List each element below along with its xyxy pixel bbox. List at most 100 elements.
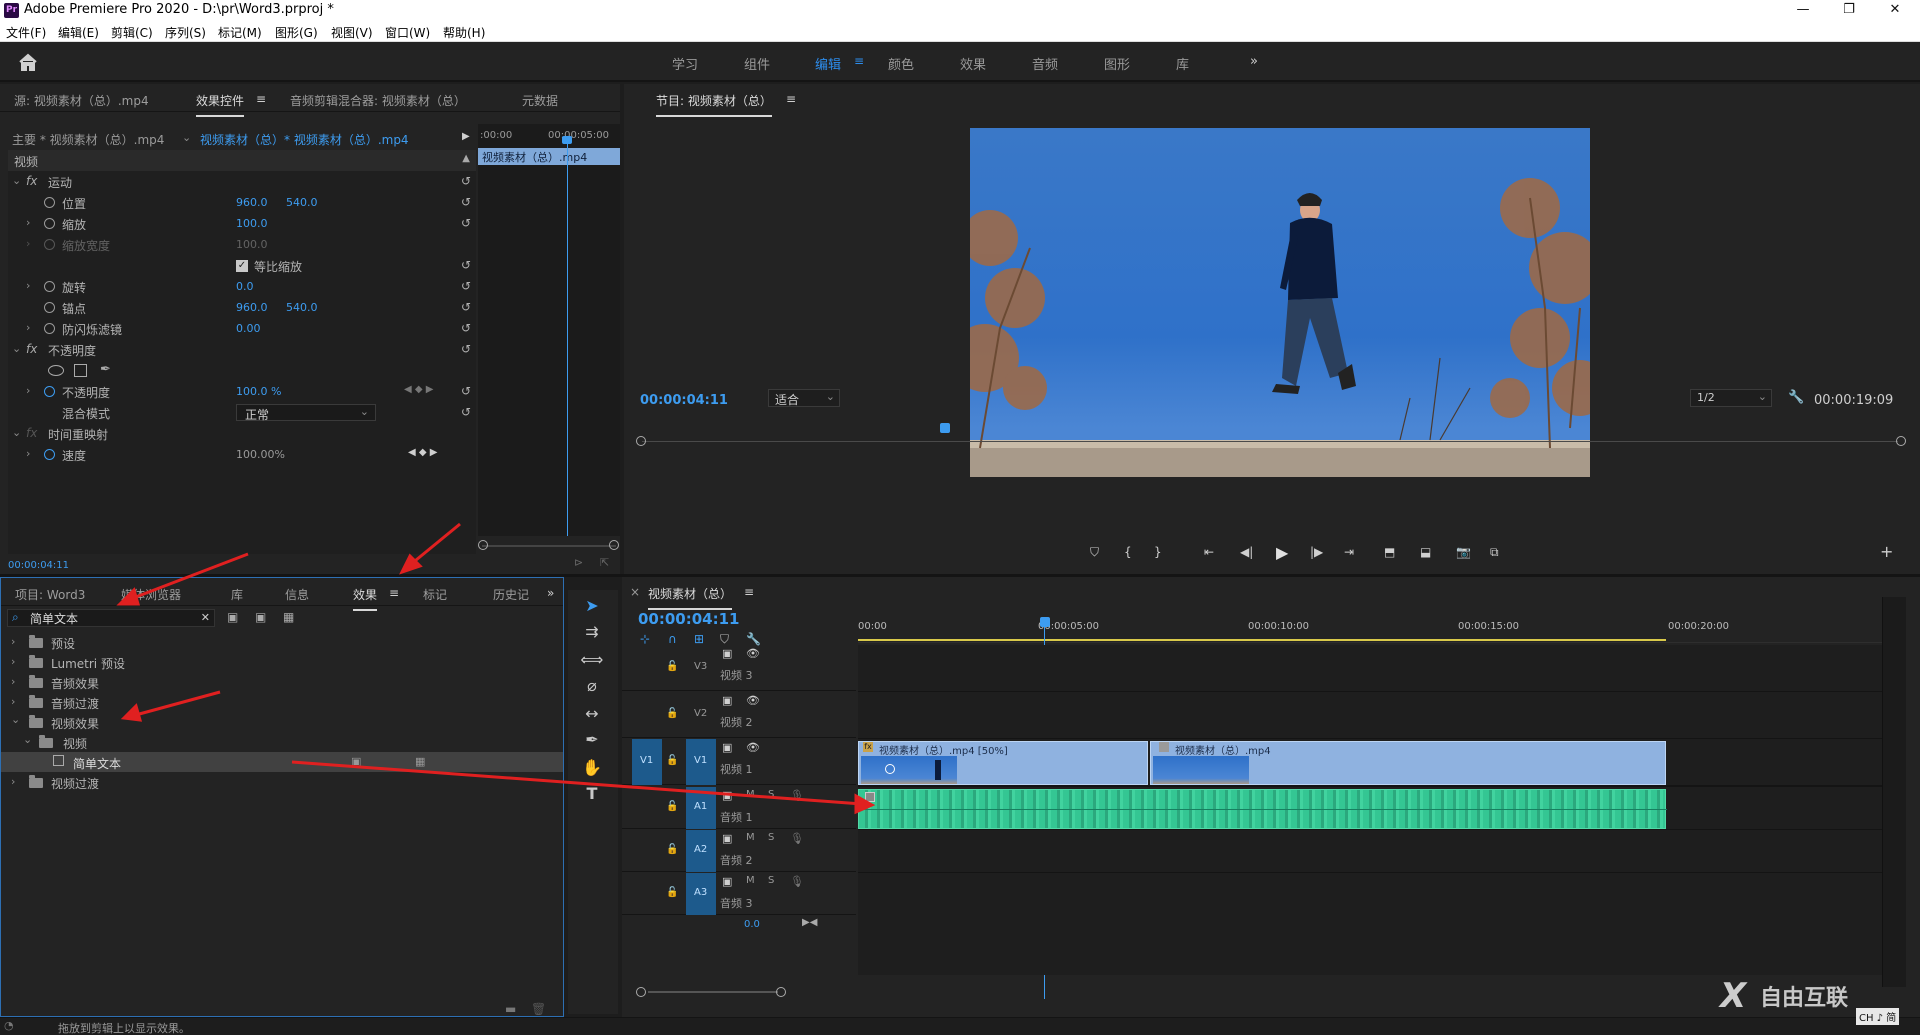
delete-icon[interactable]: 🗑	[531, 1002, 546, 1016]
accelerated-effects-icon[interactable]: ▣	[227, 610, 238, 624]
video-clip-2[interactable]: 视频素材（总）.mp4	[1150, 741, 1666, 785]
mute-button[interactable]: M	[746, 875, 755, 886]
microphone-icon[interactable]: 🎙	[790, 832, 804, 845]
mute-button[interactable]: M	[746, 789, 755, 800]
program-timecode[interactable]: 00:00:04:11	[640, 393, 728, 408]
program-scrub-bar[interactable]	[642, 428, 1898, 442]
selection-tool-icon[interactable]: ➤	[580, 596, 604, 615]
extract-icon[interactable]: ⬓	[1420, 545, 1431, 559]
ripple-edit-tool-icon[interactable]: ⟺	[580, 650, 604, 669]
toggle-sync-icon[interactable]: ▣	[722, 832, 732, 845]
expand-icon[interactable]: ›	[26, 384, 30, 397]
workspace-effects[interactable]: 效果	[960, 54, 986, 73]
close-tab-icon[interactable]: ×	[630, 585, 640, 599]
expand-icon[interactable]: ›	[26, 279, 30, 292]
timeline-playhead-handle[interactable]	[1040, 617, 1050, 627]
export-icon[interactable]: ⇱	[600, 556, 609, 569]
snap-icon[interactable]: ∩	[668, 632, 677, 646]
reset-icon[interactable]: ↺	[460, 259, 472, 271]
menu-window[interactable]: 窗口(W)	[385, 24, 430, 41]
tab-audio-mixer[interactable]: 音频剪辑混合器: 视频素材（总）	[290, 92, 466, 109]
sequence-clip-label[interactable]: 视频素材（总）* 视频素材（总）.mp4	[200, 131, 409, 148]
home-icon[interactable]	[18, 53, 38, 71]
time-remap-row[interactable]: ⌄ fx 时间重映射	[8, 423, 476, 444]
scroll-up-icon[interactable]: ▲	[462, 153, 470, 164]
fit-select[interactable]: 适合 ⌄	[768, 389, 840, 407]
hand-tool-icon[interactable]: ✋	[580, 758, 604, 777]
menu-view[interactable]: 视图(V)	[331, 24, 373, 41]
menu-edit[interactable]: 编辑(E)	[58, 24, 99, 41]
fx-icon[interactable]: fx	[26, 174, 37, 188]
mini-clip-bar[interactable]: 视频素材（总）.mp4	[478, 148, 620, 165]
expand-icon[interactable]: ›	[11, 655, 15, 668]
filter-icon[interactable]: ⊳	[574, 556, 583, 569]
type-tool-icon[interactable]: T	[580, 784, 604, 803]
menu-graphics[interactable]: 图形(G)	[275, 24, 318, 41]
eye-icon[interactable]: 👁	[746, 741, 760, 754]
effect-controls-timecode[interactable]: 00:00:04:11	[8, 560, 69, 571]
collapse-icon[interactable]: ⌄	[11, 713, 20, 726]
expand-icon[interactable]: ›	[11, 675, 15, 688]
menu-help[interactable]: 帮助(H)	[443, 24, 485, 41]
go-to-out-icon[interactable]: ⇥	[1344, 545, 1354, 559]
track-target-v1[interactable]: V1	[686, 739, 716, 785]
reset-icon[interactable]: ↺	[460, 343, 472, 355]
tab-program[interactable]: 节目: 视频素材（总）	[656, 92, 772, 117]
camera-icon[interactable]: 📷	[1456, 545, 1471, 559]
tab-menu-icon[interactable]: ≡	[389, 586, 399, 600]
stopwatch-icon[interactable]	[44, 323, 55, 334]
reset-icon[interactable]: ↺	[460, 175, 472, 187]
lock-icon[interactable]: 🔓	[666, 708, 678, 719]
ellipse-mask-icon[interactable]	[48, 365, 64, 376]
expand-icon[interactable]: ›	[11, 775, 15, 788]
pen-tool-icon[interactable]: ✒	[580, 730, 604, 749]
minimize-button[interactable]: —	[1780, 0, 1826, 21]
tab-source[interactable]: 源: 视频素材（总）.mp4	[14, 92, 149, 109]
track-target-a2[interactable]: A2	[686, 830, 716, 872]
toggle-sync-icon[interactable]: ▣	[722, 647, 732, 660]
workspace-learn[interactable]: 学习	[672, 54, 698, 73]
add-marker-icon[interactable]: ⛉	[1090, 545, 1099, 560]
tab-metadata[interactable]: 元数据	[522, 92, 558, 109]
zoom-handle-right[interactable]	[609, 540, 619, 550]
stopwatch-icon[interactable]	[44, 197, 55, 208]
keyframe-nav-icon[interactable]: ◀ ◆ ▶	[404, 384, 433, 395]
reset-icon[interactable]: ↺	[460, 385, 472, 397]
menu-sequence[interactable]: 序列(S)	[165, 24, 206, 41]
tree-item-audio-effects[interactable]: › 音频效果	[1, 672, 563, 692]
settings-wrench-icon[interactable]: 🔧	[746, 632, 761, 646]
reset-icon[interactable]: ↺	[460, 217, 472, 229]
wrench-icon[interactable]: 🔧	[1788, 390, 1804, 405]
program-playhead[interactable]	[940, 423, 950, 433]
position-x-value[interactable]: 960.0	[236, 196, 268, 209]
expand-icon[interactable]: ›	[11, 695, 15, 708]
rectangle-mask-icon[interactable]	[74, 364, 87, 377]
mark-in-icon[interactable]: {	[1124, 545, 1132, 559]
tab-libraries[interactable]: 库	[231, 586, 243, 603]
position-y-value[interactable]: 540.0	[286, 196, 318, 209]
zoom-handle-left[interactable]	[636, 436, 646, 446]
anchor-x-value[interactable]: 960.0	[236, 301, 268, 314]
audio-clip-a1[interactable]	[858, 789, 1667, 829]
track-target-a3[interactable]: A3	[686, 873, 716, 915]
keyframe-nav-icon[interactable]: ◀ ◆ ▶	[408, 447, 437, 458]
solo-button[interactable]: S	[768, 789, 774, 800]
reset-icon[interactable]: ↺	[460, 196, 472, 208]
scroll-end-icon[interactable]: ▶◀	[802, 917, 817, 928]
tab-menu-icon[interactable]: ≡	[256, 92, 266, 106]
tree-item-lumetri-presets[interactable]: › Lumetri 预设	[1, 652, 563, 672]
workspace-assembly[interactable]: 组件	[744, 54, 770, 73]
zoom-handle-right[interactable]	[1896, 436, 1906, 446]
zoom-handle-left[interactable]	[478, 540, 488, 550]
reset-icon[interactable]: ↺	[460, 322, 472, 334]
expand-icon[interactable]: ›	[26, 216, 30, 229]
step-forward-icon[interactable]: |▶	[1310, 545, 1323, 559]
reset-icon[interactable]: ↺	[460, 280, 472, 292]
blend-mode-select[interactable]: 正常 ⌄	[236, 404, 376, 422]
expand-icon[interactable]: ›	[26, 447, 30, 460]
source-patch-v1[interactable]: V1	[632, 739, 662, 785]
stopwatch-icon[interactable]	[44, 386, 55, 397]
workspace-libraries[interactable]: 库	[1176, 54, 1189, 73]
nest-icon[interactable]: ⊹	[640, 632, 650, 646]
solo-button[interactable]: S	[768, 832, 774, 843]
